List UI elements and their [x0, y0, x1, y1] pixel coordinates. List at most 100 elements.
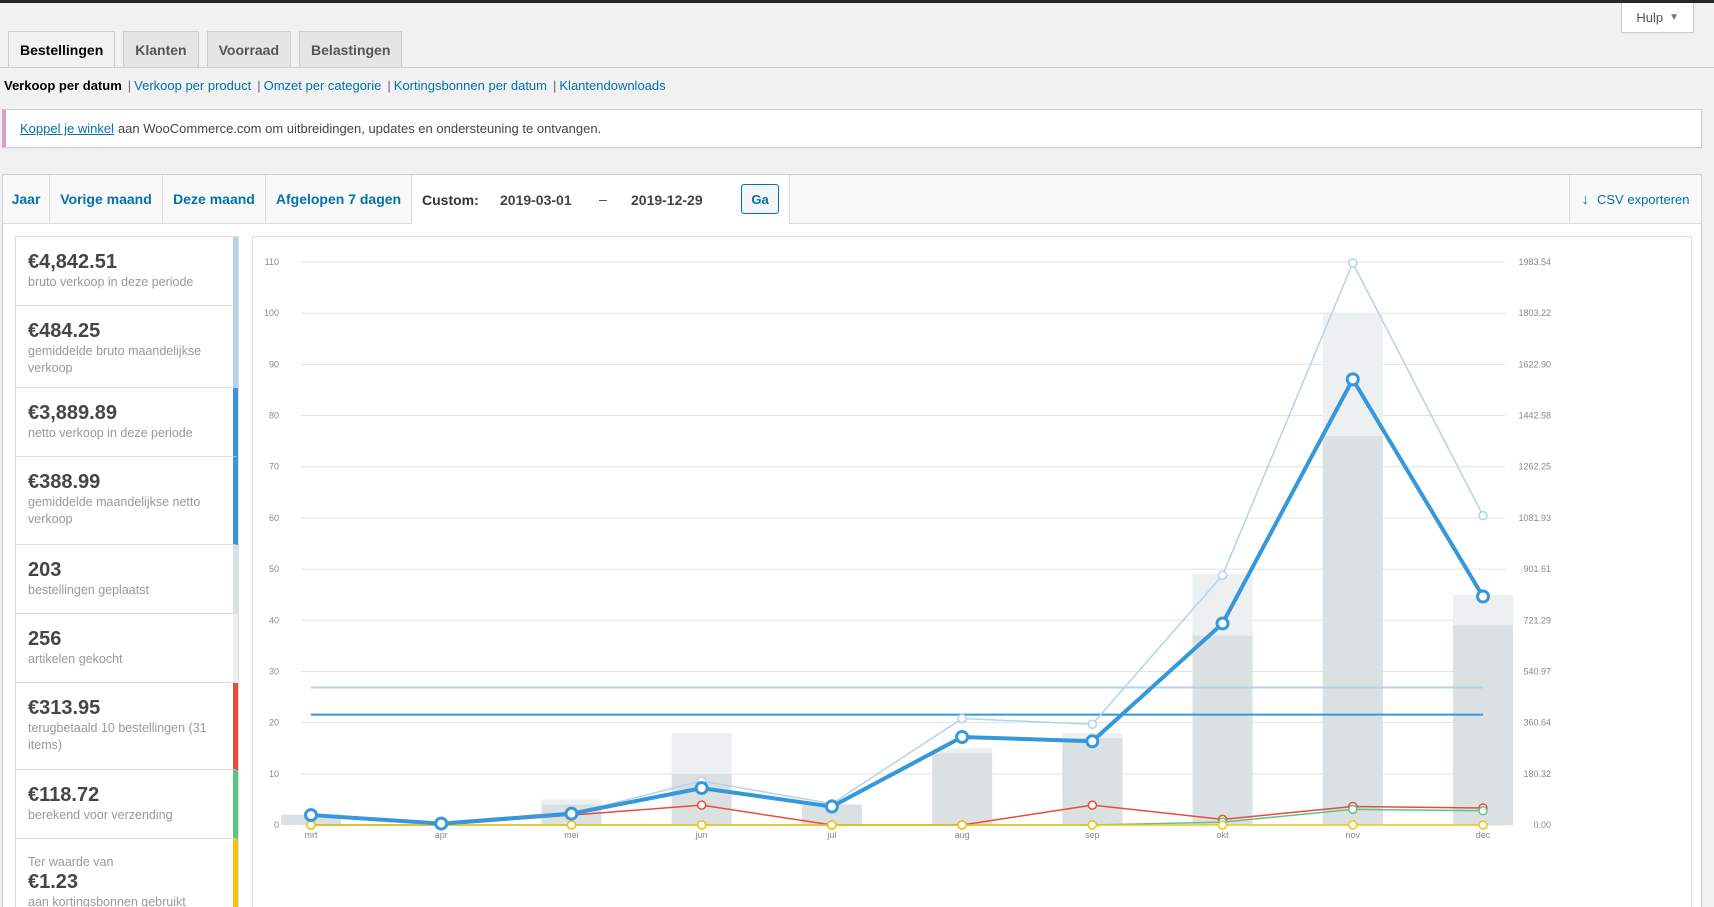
y-right-tick-label: 540.97: [1523, 666, 1551, 676]
range-last-7-days[interactable]: Afgelopen 7 dagen: [266, 175, 412, 223]
legend-avg-gross-sales[interactable]: €484.25 gemiddelde bruto maandelijkse ve…: [16, 306, 238, 388]
notice-text: aan WooCommerce.com om uitbreidingen, up…: [117, 121, 602, 136]
x-tick-label: mrt: [305, 830, 318, 840]
data-point: [1348, 804, 1358, 815]
legend-value: €4,842.51: [28, 251, 117, 273]
data-point: [1478, 820, 1488, 830]
data-point: [304, 808, 318, 823]
data-point: [1087, 719, 1098, 729]
data-point: [1087, 800, 1098, 810]
legend-shipping[interactable]: €118.72 berekend voor verzending: [16, 770, 238, 839]
x-tick-label: sep: [1085, 830, 1100, 840]
legend-value: €313.95: [28, 697, 101, 719]
csv-export-button[interactable]: ↓ CSV exporteren: [1569, 175, 1701, 223]
legend-orders-placed[interactable]: 203 bestellingen geplaatst: [16, 545, 238, 614]
tab-voorraad[interactable]: Voorraad: [206, 31, 292, 67]
y-right-tick-label: 360.64: [1523, 718, 1551, 728]
data-point: [957, 820, 967, 830]
end-date-input[interactable]: 2019-12-29: [631, 192, 703, 208]
series-line: [310, 377, 1485, 826]
x-tick-label: aug: [955, 830, 970, 840]
data-point: [1478, 806, 1488, 816]
legend-refunded[interactable]: €313.95 terugbetaald 10 bestellingen (31…: [16, 683, 238, 770]
sub-report-link-coupons[interactable]: Kortingsbonnen per datum: [394, 78, 547, 93]
report-panel: Jaar Vorige maand Deze maand Afgelopen 7…: [2, 174, 1702, 907]
series-line: [310, 262, 1484, 825]
download-arrow-icon: ↓: [1581, 190, 1590, 208]
data-point: [1478, 510, 1488, 521]
range-last-month[interactable]: Vorige maand: [50, 175, 163, 223]
legend-avg-net-sales[interactable]: €388.99 gemiddelde maandelijkse netto ve…: [16, 457, 238, 545]
data-point: [1215, 616, 1230, 631]
data-point: [1476, 589, 1490, 604]
legend-label: terugbetaald 10 bestellingen (31 items): [28, 721, 207, 752]
legend-coupons[interactable]: Ter waarde van €1.23 aan kortingsbonnen …: [16, 839, 238, 907]
data-point: [564, 806, 579, 821]
data-point: [957, 713, 967, 724]
range-this-month[interactable]: Deze maand: [163, 175, 266, 223]
legend-value: €388.99: [28, 471, 101, 493]
data-point: [696, 800, 707, 810]
admin-top-bar: [0, 0, 1714, 3]
legend-items-purchased[interactable]: 256 artikelen gekocht: [16, 614, 238, 683]
y-left-tick-label: 110: [265, 257, 279, 267]
legend-label: gemiddelde bruto maandelijkse verkoop: [28, 344, 202, 375]
help-tab-button[interactable]: Hulp ▼: [1621, 3, 1694, 33]
legend-label: artikelen gekocht: [28, 652, 123, 666]
y-left-tick-label: 0: [274, 820, 279, 830]
go-button[interactable]: Ga: [741, 184, 779, 214]
bar: [1322, 436, 1383, 825]
y-left-tick-label: 90: [269, 359, 279, 369]
connect-store-link[interactable]: Koppel je winkel: [20, 121, 114, 136]
tab-klanten[interactable]: Klanten: [123, 31, 199, 67]
legend-prefix: Ter waarde van: [28, 855, 114, 869]
caret-down-icon: ▼: [1669, 12, 1679, 23]
y-right-tick-label: 1622.90: [1518, 359, 1551, 369]
help-label: Hulp: [1636, 10, 1664, 25]
date-separator: –: [599, 191, 607, 207]
bar: [1453, 625, 1513, 825]
data-point: [827, 820, 837, 830]
legend-value: 256: [28, 628, 62, 650]
sub-report-link-category[interactable]: Omzet per categorie: [264, 78, 382, 93]
y-left-tick-label: 70: [269, 462, 279, 472]
x-tick-label: jun: [695, 830, 708, 840]
data-point: [1217, 570, 1228, 580]
data-point: [1348, 258, 1358, 268]
legend-label: bruto verkoop in deze periode: [28, 275, 194, 289]
y-right-tick-label: 901.61: [1523, 564, 1551, 574]
range-year[interactable]: Jaar: [3, 175, 50, 223]
legend-label: bestellingen geplaatst: [28, 583, 149, 597]
tab-divider: [0, 67, 1714, 68]
x-tick-label: okt: [1217, 830, 1230, 840]
chart-legend: €4,842.51 bruto verkoop in deze periode …: [15, 236, 239, 907]
y-left-tick-label: 30: [269, 666, 279, 676]
data-point: [694, 781, 709, 796]
legend-label: netto verkoop in deze periode: [28, 426, 193, 440]
y-right-tick-label: 721.29: [1523, 615, 1551, 625]
x-tick-label: apr: [435, 830, 448, 840]
tab-belastingen[interactable]: Belastingen: [299, 31, 403, 67]
data-point: [1345, 372, 1360, 387]
legend-value: €3,889.89: [28, 402, 117, 424]
y-right-tick-label: 1983.54: [1518, 257, 1551, 267]
data-point: [566, 820, 577, 830]
start-date-input[interactable]: 2019-03-01: [500, 192, 572, 208]
legend-net-sales[interactable]: €3,889.89 netto verkoop in deze periode: [16, 388, 238, 457]
sub-report-link-product[interactable]: Verkoop per product: [134, 78, 251, 93]
legend-gross-sales[interactable]: €4,842.51 bruto verkoop in deze periode: [16, 237, 238, 306]
y-left-tick-label: 60: [269, 513, 279, 523]
data-point: [696, 820, 707, 830]
data-point: [434, 816, 449, 831]
y-right-tick-label: 0.00: [1533, 820, 1551, 830]
bar: [1192, 635, 1253, 825]
y-left-tick-label: 40: [269, 615, 279, 625]
sub-report-link-downloads[interactable]: Klantendownloads: [559, 78, 665, 93]
legend-value: 203: [28, 559, 62, 581]
tab-bestellingen[interactable]: Bestellingen: [8, 31, 116, 68]
data-point: [1085, 734, 1100, 749]
data-point: [1217, 820, 1228, 830]
y-right-tick-label: 1803.22: [1518, 308, 1551, 318]
custom-range-label: Custom:: [422, 192, 479, 208]
data-point: [306, 820, 316, 830]
